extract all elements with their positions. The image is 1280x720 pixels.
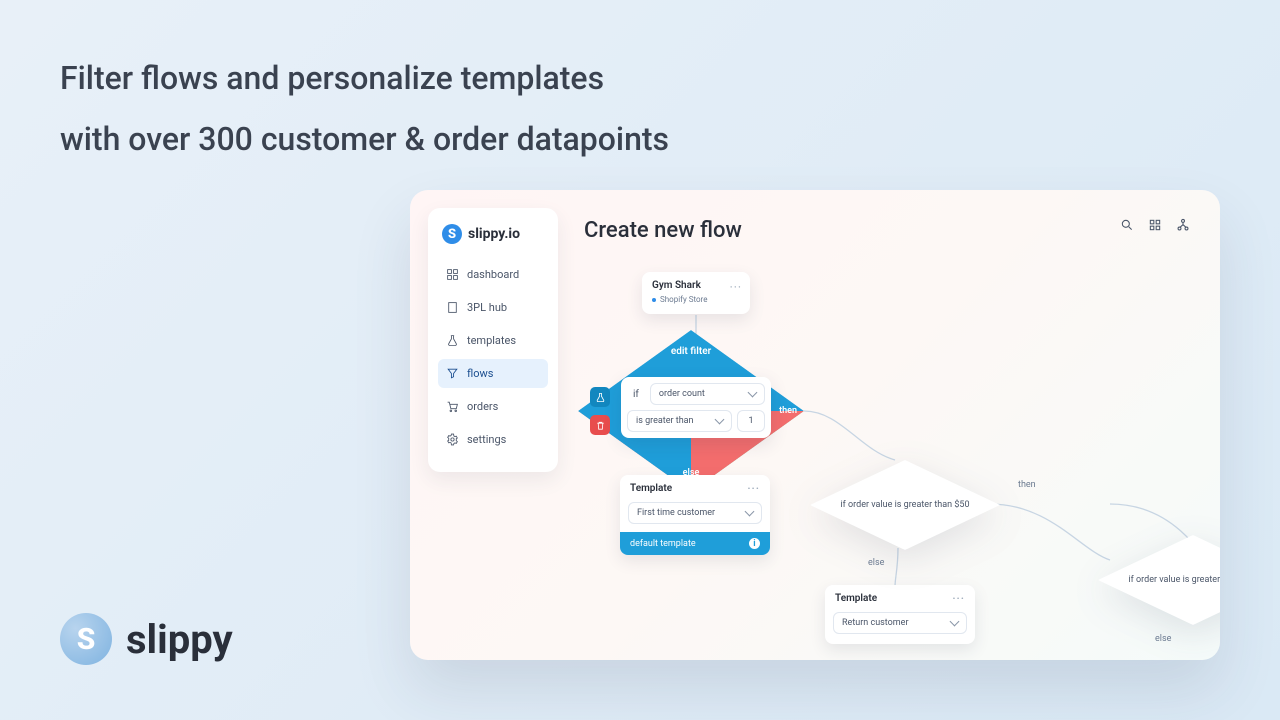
- edge-label-else: else: [868, 558, 884, 568]
- template-node-2[interactable]: Template ··· Return customer: [825, 585, 975, 644]
- condition-node-2-shadow: if order value is greater than $50: [1098, 535, 1220, 625]
- sidebar: S slippy.io dashboard 3PL hub templates …: [428, 208, 558, 472]
- headline-line-2: with over 300 customer & order datapoint…: [60, 109, 669, 170]
- sidebar-item-templates[interactable]: templates: [438, 326, 548, 355]
- cart-icon: [446, 400, 459, 413]
- search-icon[interactable]: [1120, 218, 1134, 232]
- slippy-mark-icon: S: [442, 224, 462, 244]
- filter-header: edit filter: [578, 346, 804, 357]
- template-header: Template: [630, 483, 672, 494]
- info-icon[interactable]: i: [749, 538, 760, 549]
- flask-icon: [446, 334, 459, 347]
- default-template-badge: default template i: [620, 532, 770, 555]
- filter-value-input[interactable]: 1: [737, 410, 765, 432]
- building-icon: [446, 301, 459, 314]
- page-title: Create new flow: [584, 218, 742, 243]
- sidebar-item-flows[interactable]: flows: [438, 359, 548, 388]
- kebab-menu-icon[interactable]: ···: [747, 482, 760, 495]
- gear-icon: [446, 433, 459, 446]
- grid-icon[interactable]: [1148, 218, 1162, 232]
- edge-label-else: else: [1155, 634, 1171, 644]
- template-select[interactable]: First time customer: [628, 502, 762, 524]
- kebab-menu-icon[interactable]: ···: [952, 592, 965, 605]
- sidebar-item-settings[interactable]: settings: [438, 425, 548, 454]
- source-subtitle: Shopify Store: [652, 295, 740, 304]
- if-label: if: [627, 384, 645, 405]
- condition-node-1-shadow: if order value is greater than $50: [810, 460, 1000, 550]
- marketing-headline: Filter flows and personalize templates w…: [60, 48, 669, 170]
- sidebar-item-3pl-hub[interactable]: 3PL hub: [438, 293, 548, 322]
- brand-lockup: S slippy: [60, 613, 233, 665]
- slippy-logo-icon: S: [60, 613, 112, 665]
- sidebar-item-label: 3PL hub: [467, 301, 507, 314]
- source-node[interactable]: Gym Shark Shopify Store ···: [642, 272, 750, 314]
- filter-editor-panel: if order count is greater than 1: [621, 377, 771, 438]
- filter-side-actions: [590, 387, 610, 435]
- condition-node-1[interactable]: if order value is greater than $50: [810, 460, 1000, 550]
- sidebar-brand-text: slippy.io: [468, 226, 520, 242]
- filter-node[interactable]: edit filter then else if order count is …: [578, 330, 804, 492]
- source-title: Gym Shark: [652, 280, 740, 291]
- template-select[interactable]: Return customer: [833, 612, 967, 634]
- sidebar-item-label: dashboard: [467, 268, 519, 281]
- brand-name: slippy: [126, 616, 233, 663]
- sidebar-item-label: flows: [467, 367, 493, 380]
- dashboard-icon: [446, 268, 459, 281]
- filter-operator-select[interactable]: is greater than: [627, 410, 732, 432]
- filter-icon: [446, 367, 459, 380]
- edge-label-then: then: [1018, 480, 1036, 490]
- sidebar-item-dashboard[interactable]: dashboard: [438, 260, 548, 289]
- app-window: S slippy.io dashboard 3PL hub templates …: [410, 190, 1220, 660]
- sidebar-nav: dashboard 3PL hub templates flows orders…: [438, 260, 548, 454]
- template-node-1[interactable]: Template ··· First time customer default…: [620, 475, 770, 555]
- flask-action-icon[interactable]: [590, 387, 610, 407]
- sidebar-item-label: orders: [467, 400, 498, 413]
- tree-icon[interactable]: [1176, 218, 1190, 232]
- condition-text: if order value is greater than $50: [840, 500, 969, 510]
- filter-field-select[interactable]: order count: [650, 383, 765, 405]
- kebab-menu-icon[interactable]: ···: [730, 280, 742, 294]
- sidebar-item-label: templates: [467, 334, 516, 347]
- sidebar-item-orders[interactable]: orders: [438, 392, 548, 421]
- condition-node-2[interactable]: if order value is greater than $50: [1098, 535, 1220, 625]
- sidebar-item-label: settings: [467, 433, 506, 446]
- template-header: Template: [835, 593, 877, 604]
- canvas-toolbar: [1120, 218, 1190, 232]
- sidebar-brand: S slippy.io: [438, 224, 548, 244]
- headline-line-1: Filter flows and personalize templates: [60, 48, 669, 109]
- condition-text: if order value is greater than $50: [1128, 575, 1220, 585]
- filter-then-label: then: [779, 406, 797, 416]
- trash-action-icon[interactable]: [590, 415, 610, 435]
